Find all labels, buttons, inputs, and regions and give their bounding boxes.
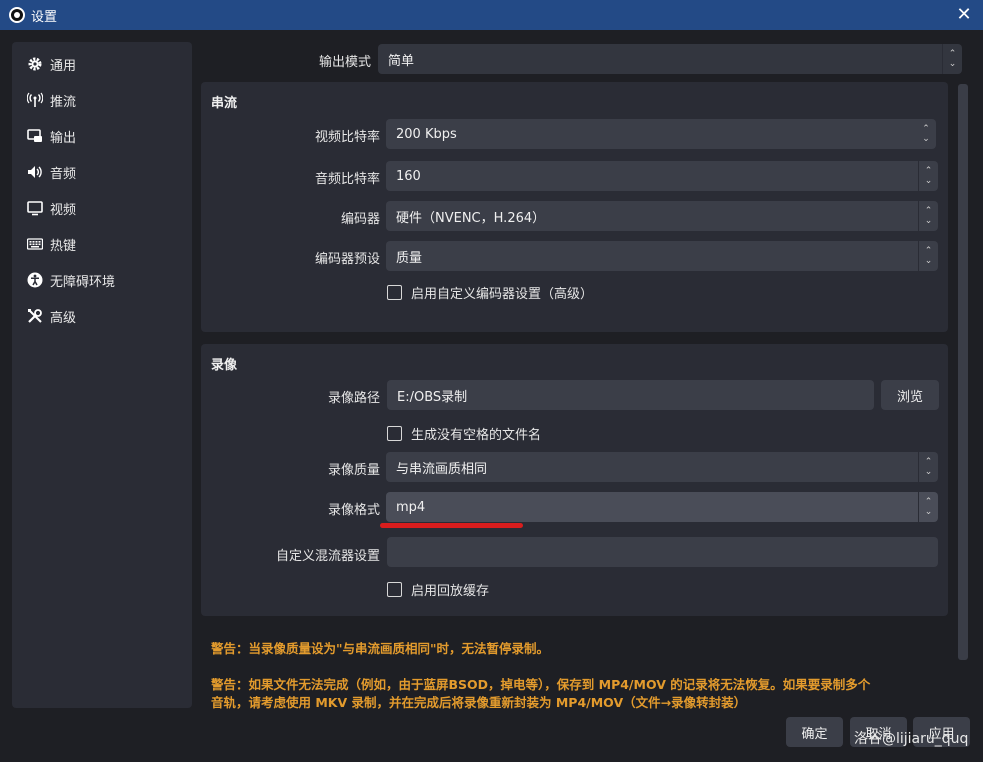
- replay-buffer-checkbox-row[interactable]: 启用回放缓存: [387, 580, 489, 599]
- sidebar-item-stream[interactable]: 推流: [12, 82, 192, 118]
- warning-pause: 警告：当录像质量设为"与串流画质相同"时，无法暂停录制。: [211, 641, 550, 656]
- muxer-settings-input[interactable]: [387, 537, 938, 567]
- browse-button[interactable]: 浏览: [881, 380, 939, 410]
- output-mode-label: 输出模式: [318, 55, 371, 70]
- sidebar-item-output[interactable]: 输出: [12, 118, 192, 154]
- sidebar-item-audio[interactable]: 音频: [12, 154, 192, 190]
- gear-icon: [26, 55, 44, 73]
- encoder-preset-label: 编码器预设: [314, 252, 380, 267]
- replay-buffer-label: 启用回放缓存: [411, 584, 490, 599]
- encoder-preset-select[interactable]: 质量 ⌃ ⌄: [386, 241, 938, 271]
- custom-encoder-label: 启用自定义编码器设置（高级）: [411, 287, 594, 302]
- recording-path-label: 录像路径: [327, 391, 380, 406]
- recording-quality-select[interactable]: 与串流画质相同 ⌃ ⌄: [386, 452, 938, 482]
- recording-format-label: 录像格式: [327, 503, 380, 518]
- settings-sidebar: 通用 推流 输出 音频 视频 热键 无障碍环境 高级: [12, 42, 192, 708]
- output-mode-value: 简单: [388, 53, 415, 69]
- audio-bitrate-value: 160: [396, 168, 421, 184]
- recording-format-select[interactable]: mp4 ⌃ ⌄: [386, 492, 938, 522]
- recording-quality-label: 录像质量: [327, 463, 380, 478]
- warning-mp4-line1: 警告：如果文件无法完成（例如，由于蓝屏BSOD，掉电等），保存到 MP4/MOV…: [211, 677, 871, 692]
- no-space-label: 生成没有空格的文件名: [411, 428, 542, 443]
- encoder-preset-value: 质量: [396, 250, 423, 266]
- window-title: 设置: [31, 9, 58, 25]
- tools-icon: [26, 307, 44, 325]
- recording-format-value: mp4: [396, 499, 426, 515]
- replay-buffer-checkbox[interactable]: [387, 582, 402, 597]
- sidebar-item-accessibility[interactable]: 无障碍环境: [12, 262, 192, 298]
- vertical-scrollbar[interactable]: [958, 84, 968, 660]
- video-bitrate-spinbox[interactable]: 200 Kbps ⌃ ⌄: [386, 119, 936, 149]
- audio-bitrate-select[interactable]: 160 ⌃ ⌄: [386, 161, 938, 191]
- recording-path-input[interactable]: E:/OBS录制: [387, 380, 874, 410]
- no-space-checkbox[interactable]: [387, 426, 402, 441]
- encoder-select[interactable]: 硬件（NVENC，H.264） ⌃ ⌄: [386, 201, 938, 231]
- no-space-checkbox-row[interactable]: 生成没有空格的文件名: [387, 424, 541, 443]
- speaker-icon: [26, 163, 44, 181]
- sidebar-item-advanced[interactable]: 高级: [12, 298, 192, 334]
- title-bar: 设置 ✕: [0, 0, 983, 30]
- sidebar-item-label: 音频: [50, 166, 77, 182]
- watermark-text: 洛谷@lijiaru_quq: [854, 731, 969, 747]
- monitor-icon: [26, 199, 44, 217]
- chevron-updown-icon[interactable]: ⌃ ⌄: [916, 119, 936, 149]
- sidebar-item-label: 推流: [50, 94, 77, 110]
- video-bitrate-value: 200 Kbps: [396, 126, 457, 142]
- encoder-label: 编码器: [340, 212, 380, 227]
- muxer-settings-label: 自定义混流器设置: [275, 549, 380, 564]
- chevron-updown-icon: ⌃ ⌄: [942, 44, 962, 74]
- streaming-title: 串流: [211, 96, 238, 111]
- encoder-value: 硬件（NVENC，H.264）: [396, 210, 546, 226]
- sidebar-item-label: 输出: [50, 130, 77, 146]
- chevron-updown-icon: ⌃ ⌄: [918, 161, 938, 191]
- keyboard-icon: [26, 235, 44, 253]
- audio-bitrate-label: 音频比特率: [314, 172, 380, 187]
- sidebar-item-label: 高级: [50, 310, 77, 326]
- sidebar-item-label: 通用: [50, 58, 77, 74]
- sidebar-item-general[interactable]: 通用: [12, 46, 192, 82]
- sidebar-item-label: 热键: [50, 238, 77, 254]
- red-highlight-underline: [380, 523, 523, 528]
- close-icon[interactable]: ✕: [953, 4, 975, 26]
- antenna-icon: [26, 91, 44, 109]
- recording-path-value: E:/OBS录制: [397, 389, 468, 405]
- chevron-updown-icon: ⌃ ⌄: [918, 241, 938, 271]
- sidebar-item-label: 无障碍环境: [50, 274, 116, 290]
- output-icon: [26, 127, 44, 145]
- ok-button[interactable]: 确定: [786, 717, 843, 747]
- custom-encoder-checkbox-row[interactable]: 启用自定义编码器设置（高级）: [387, 283, 593, 302]
- sidebar-item-label: 视频: [50, 202, 77, 218]
- obs-logo-icon: [9, 7, 25, 23]
- chevron-updown-icon: ⌃ ⌄: [918, 492, 938, 522]
- chevron-updown-icon: ⌃ ⌄: [918, 452, 938, 482]
- accessibility-icon: [26, 271, 44, 289]
- sidebar-item-hotkeys[interactable]: 热键: [12, 226, 192, 262]
- custom-encoder-checkbox[interactable]: [387, 285, 402, 300]
- output-mode-select[interactable]: 简单 ⌃ ⌄: [378, 44, 962, 74]
- chevron-updown-icon: ⌃ ⌄: [918, 201, 938, 231]
- recording-title: 录像: [211, 358, 238, 373]
- video-bitrate-label: 视频比特率: [314, 130, 380, 145]
- recording-quality-value: 与串流画质相同: [396, 461, 488, 477]
- sidebar-item-video[interactable]: 视频: [12, 190, 192, 226]
- warning-mp4-line2: 音轨，请考虑使用 MKV 录制，并在完成后将录像重新封装为 MP4/MOV（文件…: [211, 695, 747, 710]
